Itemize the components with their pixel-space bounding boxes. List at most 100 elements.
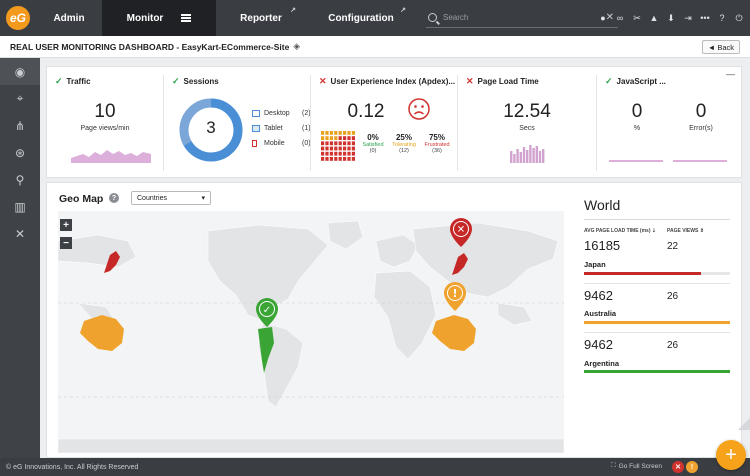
argentina-marker[interactable]: ✓ <box>256 298 278 327</box>
sidebar-item-analyze[interactable]: ⚲ <box>0 166 40 193</box>
device-name: Desktop <box>264 110 290 117</box>
sessions-title-text: Sessions <box>183 77 219 86</box>
apdex-dot <box>351 157 355 161</box>
tools-icon[interactable]: ✂ <box>632 13 642 24</box>
column-header-views[interactable]: PAGE VIEWS ⇕ <box>667 228 704 234</box>
row-bar-remainder <box>700 272 730 275</box>
sidebar-item-reports[interactable]: ▥ <box>0 193 40 220</box>
tab-monitor[interactable]: Monitor <box>102 0 216 36</box>
search-icon[interactable] <box>428 13 437 22</box>
page-load-bar <box>538 151 542 163</box>
apdex-dot <box>334 141 338 146</box>
traffic-tile[interactable]: ✓ Traffic 10 Page views/min <box>47 67 163 179</box>
zoom-in-button[interactable]: + <box>60 219 72 231</box>
row-country[interactable]: Japan <box>584 260 606 269</box>
row-load-value: 9462 <box>584 288 613 303</box>
tab-configuration[interactable]: Configuration ↗ <box>306 0 416 36</box>
tab-admin[interactable]: Admin <box>36 0 102 36</box>
sidebar-item-location[interactable]: ⌖ <box>0 85 40 112</box>
search-box: ✕ <box>426 8 618 28</box>
apdex-count: (0) <box>369 148 377 154</box>
apdex-dot <box>334 136 338 140</box>
world-map-svg: ✕ ! ✓ <box>58 218 564 453</box>
layers-icon[interactable]: ◈ <box>293 41 300 52</box>
apdex-dot <box>347 131 351 135</box>
apdex-dot <box>347 141 351 146</box>
australia-region-right[interactable] <box>432 315 476 351</box>
world-map[interactable]: ✕ ! ✓ + − <box>58 211 564 453</box>
geo-map-title: Geo Map <box>59 193 104 205</box>
sessions-tile[interactable]: ✓ Sessions 3 Desktop (2) Tablet (1) Mobil… <box>164 67 311 179</box>
apdex-dot <box>321 157 325 161</box>
traffic-title: ✓ Traffic <box>55 76 91 87</box>
region-select-value: Countries <box>137 194 167 202</box>
check-icon: ✓ <box>605 76 613 86</box>
back-button[interactable]: ◄ Back <box>701 40 740 54</box>
user-icon[interactable]: ● <box>598 13 608 23</box>
australia-region-left[interactable] <box>80 315 124 351</box>
back-arrow-icon: ◄ <box>707 42 716 52</box>
add-widget-button[interactable]: + <box>716 440 746 470</box>
sidebar-item-topology[interactable]: ⋔ <box>0 112 40 139</box>
page-load-bar <box>519 152 522 163</box>
eg-logo-icon: eG <box>6 6 30 30</box>
check-icon: ✓ <box>55 76 63 86</box>
sort-icon: ⇕ <box>699 228 704 234</box>
australia-marker[interactable]: ! <box>444 282 466 311</box>
row-country[interactable]: Australia <box>584 309 616 318</box>
download-icon[interactable]: ⬇ <box>666 13 676 24</box>
apdex-col-frustrated: 75% Frustrated (36) <box>421 133 453 154</box>
row-load-value: 9462 <box>584 337 613 352</box>
apdex-dot <box>334 131 338 135</box>
power-icon[interactable]: ⏻ <box>734 13 744 24</box>
sidebar-item-eye[interactable]: ◉ <box>0 58 40 85</box>
bar-chart-icon: ▥ <box>14 199 26 214</box>
region-select[interactable]: Countries ▾ <box>131 191 211 205</box>
eg-logo[interactable]: eG <box>0 0 36 36</box>
column-header-load[interactable]: AVG PAGE LOAD TIME (ms) ⇣ <box>584 228 656 234</box>
link-icon[interactable]: ∞ <box>615 13 625 23</box>
page-load-value: 12.54 <box>503 101 551 122</box>
sidebar-item-dashboard[interactable]: ⊛ <box>0 139 40 166</box>
row-country[interactable]: Argentina <box>584 359 619 368</box>
geo-map-panel: Geo Map ? Countries ▾ ✕ ! ✓ + − World AV… <box>46 182 742 458</box>
search-input[interactable] <box>443 13 593 22</box>
apdex-dot <box>351 146 355 151</box>
sort-icon: ⇣ <box>651 228 657 234</box>
apdex-dot <box>347 157 351 161</box>
page-load-bar <box>532 148 535 163</box>
svg-text:✕: ✕ <box>457 225 465 236</box>
js-pct-value: 0 <box>631 101 643 122</box>
apdex-dot <box>343 141 347 146</box>
bell-icon[interactable]: ▲ <box>649 13 659 23</box>
row-views-value: 26 <box>667 291 679 302</box>
apdex-dot <box>329 151 333 156</box>
mobile-icon <box>252 140 257 147</box>
full-screen-button[interactable]: ⛶ Go Full Screen <box>611 462 662 470</box>
sidebar-item-tools[interactable]: ✕ <box>0 220 40 247</box>
hamburger-menu-icon[interactable] <box>181 14 192 22</box>
column-header-load-text: AVG PAGE LOAD TIME (ms) <box>584 228 651 234</box>
major-alarm-icon[interactable]: ! <box>686 461 698 473</box>
tablet-icon <box>252 125 260 132</box>
external-link-icon: ↗ <box>290 7 296 14</box>
apdex-tile[interactable]: ✕ User Experience Index (Apdex)... 0.12 0… <box>311 67 457 179</box>
kpi-tiles: — ✓ Traffic 10 Page views/min ✓ Sessions 3… <box>46 66 742 178</box>
apdex-pct: 75% <box>428 133 445 142</box>
page-title: REAL USER MONITORING DASHBOARD - EasyKar… <box>10 41 290 52</box>
logout-icon[interactable]: ⇥ <box>683 13 693 24</box>
help-icon[interactable]: ? <box>109 193 119 203</box>
apdex-count: (36) <box>432 148 442 154</box>
apdex-col-satisfied: 0% Satisfied (0) <box>359 133 387 154</box>
help-icon[interactable]: ? <box>717 13 727 23</box>
row-views-value: 26 <box>667 340 679 351</box>
more-icon[interactable]: ••• <box>700 13 710 23</box>
javascript-tile[interactable]: ✓ JavaScript ... 0 % 0 Error(s) <box>597 67 743 179</box>
critical-alarm-icon[interactable]: ✕ <box>672 461 684 473</box>
tab-admin-label: Admin <box>53 12 85 24</box>
desktop-icon <box>252 110 260 117</box>
page-load-tile[interactable]: ✕ Page Load Time 12.54 Secs <box>458 67 596 179</box>
zoom-out-button[interactable]: − <box>60 237 72 249</box>
apdex-dot <box>338 141 342 146</box>
tab-reporter[interactable]: Reporter ↗ <box>216 0 306 36</box>
